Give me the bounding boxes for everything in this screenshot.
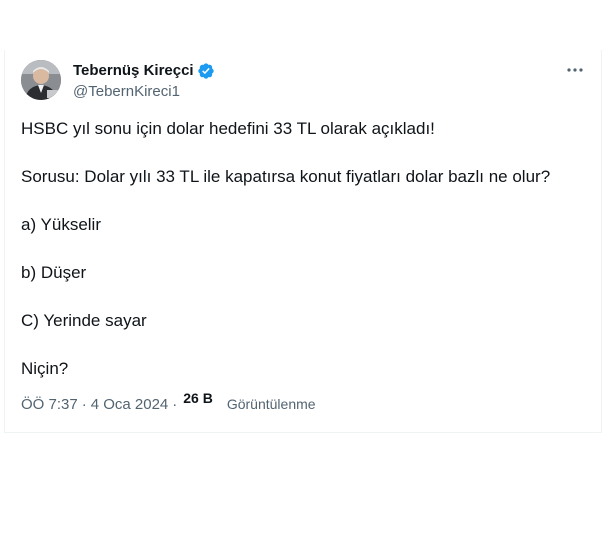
tweet-line: HSBC yıl sonu için dolar hedefini 33 TL …	[21, 119, 435, 138]
meta-separator: ·	[172, 396, 178, 413]
author-handle[interactable]: @TebernKireci1	[73, 83, 180, 100]
tweet-date[interactable]: 4 Oca 2024	[91, 396, 169, 413]
avatar[interactable]	[21, 60, 61, 100]
tweet-text: HSBC yıl sonu için dolar hedefini 33 TL …	[21, 119, 591, 407]
tweet-card[interactable]: Tebernüş Kireçci @TebernKireci1 HSBC yıl…	[4, 50, 602, 433]
views-label: Görüntülenme	[226, 396, 316, 412]
verified-badge-icon	[198, 63, 214, 79]
tweet-line: a) Yükselir	[21, 215, 101, 234]
tweet-line: Niçin?	[21, 359, 69, 378]
avatar-image	[21, 60, 61, 100]
views-count[interactable]: 26 B	[183, 390, 213, 406]
tweet-line: Sorusu: Dolar yılı 33 TL ile kapatırsa k…	[21, 167, 551, 186]
more-options-button[interactable]	[563, 58, 587, 82]
more-horizontal-icon	[567, 68, 583, 72]
author-name[interactable]: Tebernüş Kireçci	[73, 62, 194, 79]
tweet-time[interactable]: ÖÖ 7:37	[21, 396, 78, 413]
tweet-line: C) Yerinde sayar	[21, 311, 147, 330]
tweet-line: b) Düşer	[21, 263, 87, 282]
meta-separator: ·	[81, 396, 87, 413]
tweet-meta: ÖÖ 7:37 · 4 Oca 2024 · 26 B Görüntülenme	[21, 390, 316, 413]
